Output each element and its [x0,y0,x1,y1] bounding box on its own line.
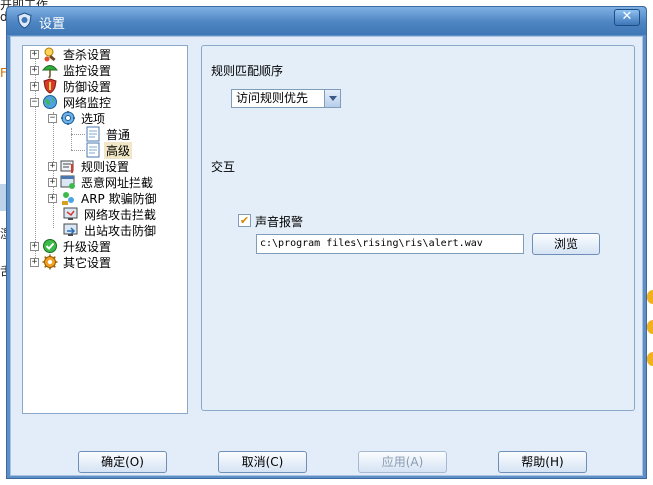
apply-button[interactable]: 应用(A) [358,451,447,473]
tree-item-label: 选项 [81,111,106,126]
tree-expander[interactable]: + [30,257,39,267]
tree-item-monitor-settings[interactable]: + 监控设置 [30,62,113,78]
rule-order-value: 访问规则优先 [236,91,309,105]
settings-dialog: 设置 ✕ + 查杀设置 + 监控设置 + 防御设置 − 网络监控 − 选项 普通… [6,6,647,479]
tree-item-rule-settings[interactable]: + 规则设置 [48,158,131,174]
dialog-title: 设置 [39,17,66,32]
tree-item-label: 其它设置 [63,255,112,270]
tree-item-update-settings[interactable]: + 升级设置 [30,238,113,254]
search-virus-icon [42,46,58,62]
interaction-label: 交互 [211,160,236,174]
tree-item-advanced[interactable]: 高级 [85,141,133,159]
help-button[interactable]: 帮助(H) [498,451,587,473]
arp-icon [60,190,76,206]
rule-order-label: 规则匹配顺序 [211,64,284,78]
document-icon [85,126,101,142]
tree-expander[interactable]: + [30,241,39,251]
tree-connector [71,134,85,135]
sound-file-path-input[interactable]: c:\program files\rising\ris\alert.wav [256,234,524,254]
tree-expander[interactable]: + [30,81,39,91]
tree-item-outbound-attack-defense[interactable]: 出站攻击防御 [63,222,158,238]
tree-expander[interactable]: + [30,49,39,59]
umbrella-icon [41,62,59,78]
tree-item-network-attack-block[interactable]: 网络攻击拦截 [63,206,158,222]
tree-item-label: 普通 [106,127,131,142]
tree-item-label: 升级设置 [63,239,112,254]
app-shield-icon [17,12,32,29]
update-icon [42,238,58,254]
browse-button[interactable]: 浏览 [532,233,600,255]
rule-order-select[interactable]: 访问规则优先 [231,89,341,108]
tree-expander[interactable]: + [48,177,57,187]
gear-icon [42,254,58,270]
document-icon [85,142,101,158]
tree-item-label: 网络监控 [63,95,112,110]
rules-icon [60,158,76,174]
settings-tree[interactable]: + 查杀设置 + 监控设置 + 防御设置 − 网络监控 − 选项 普通 高级 +… [22,45,188,414]
close-icon: ✕ [621,9,633,24]
tree-expander[interactable]: + [48,161,57,171]
tree-expander[interactable]: + [48,193,57,203]
tree-item-label: 查杀设置 [63,47,112,62]
tree-item-network-monitor[interactable]: − 网络监控 [30,94,113,110]
tree-item-label-selected: 高级 [104,141,133,159]
tree-item-label: 规则设置 [81,159,130,174]
cancel-button[interactable]: 取消(C) [218,451,307,473]
tree-item-label: ARP 欺骗防御 [81,191,157,206]
outbound-icon [63,222,79,238]
tree-item-options[interactable]: − 选项 [48,110,107,126]
chevron-down-icon[interactable] [324,90,340,107]
tree-connector [71,150,85,151]
ok-button[interactable]: 确定(O) [78,451,167,473]
tree-connector [71,128,72,150]
advanced-settings-panel: 规则匹配顺序 访问规则优先 交互 ✔ 声音报警 c:\program files… [201,45,635,411]
bg-coin-icon [647,290,653,304]
tree-expander[interactable]: − [30,97,39,107]
tree-item-arp-defense[interactable]: + ARP 欺骗防御 [48,190,159,206]
dialog-body: + 查杀设置 + 监控设置 + 防御设置 − 网络监控 − 选项 普通 高级 +… [10,36,643,476]
tree-expander[interactable]: − [48,113,57,123]
tree-item-label: 恶意网址拦截 [81,175,154,190]
tree-item-label: 网络攻击拦截 [84,207,157,222]
gear-globe-icon [60,110,76,126]
title-bar[interactable]: 设置 ✕ [7,7,646,35]
sound-alarm-label[interactable]: 声音报警 [255,213,303,230]
tree-item-malicious-url-block[interactable]: + 恶意网址拦截 [48,174,155,190]
globe-icon [42,94,58,110]
sound-alarm-checkbox[interactable]: ✔ [238,214,251,227]
url-block-icon [60,174,76,190]
tree-item-label: 出站攻击防御 [84,223,157,238]
tree-item-defense-settings[interactable]: + 防御设置 [30,78,113,94]
tree-item-other-settings[interactable]: + 其它设置 [30,254,113,270]
bg-coin-icon [647,352,653,366]
tree-item-label: 监控设置 [63,63,112,78]
bg-coin-icon [647,320,653,334]
shield-icon [42,78,58,94]
tree-item-scan-settings[interactable]: + 查杀设置 [30,46,113,62]
close-button[interactable]: ✕ [614,9,640,26]
tree-item-general[interactable]: 普通 [85,126,132,142]
checkmark-icon: ✔ [239,214,250,227]
network-attack-icon [63,206,79,222]
tree-item-label: 防御设置 [63,79,112,94]
tree-expander[interactable]: + [30,65,39,75]
